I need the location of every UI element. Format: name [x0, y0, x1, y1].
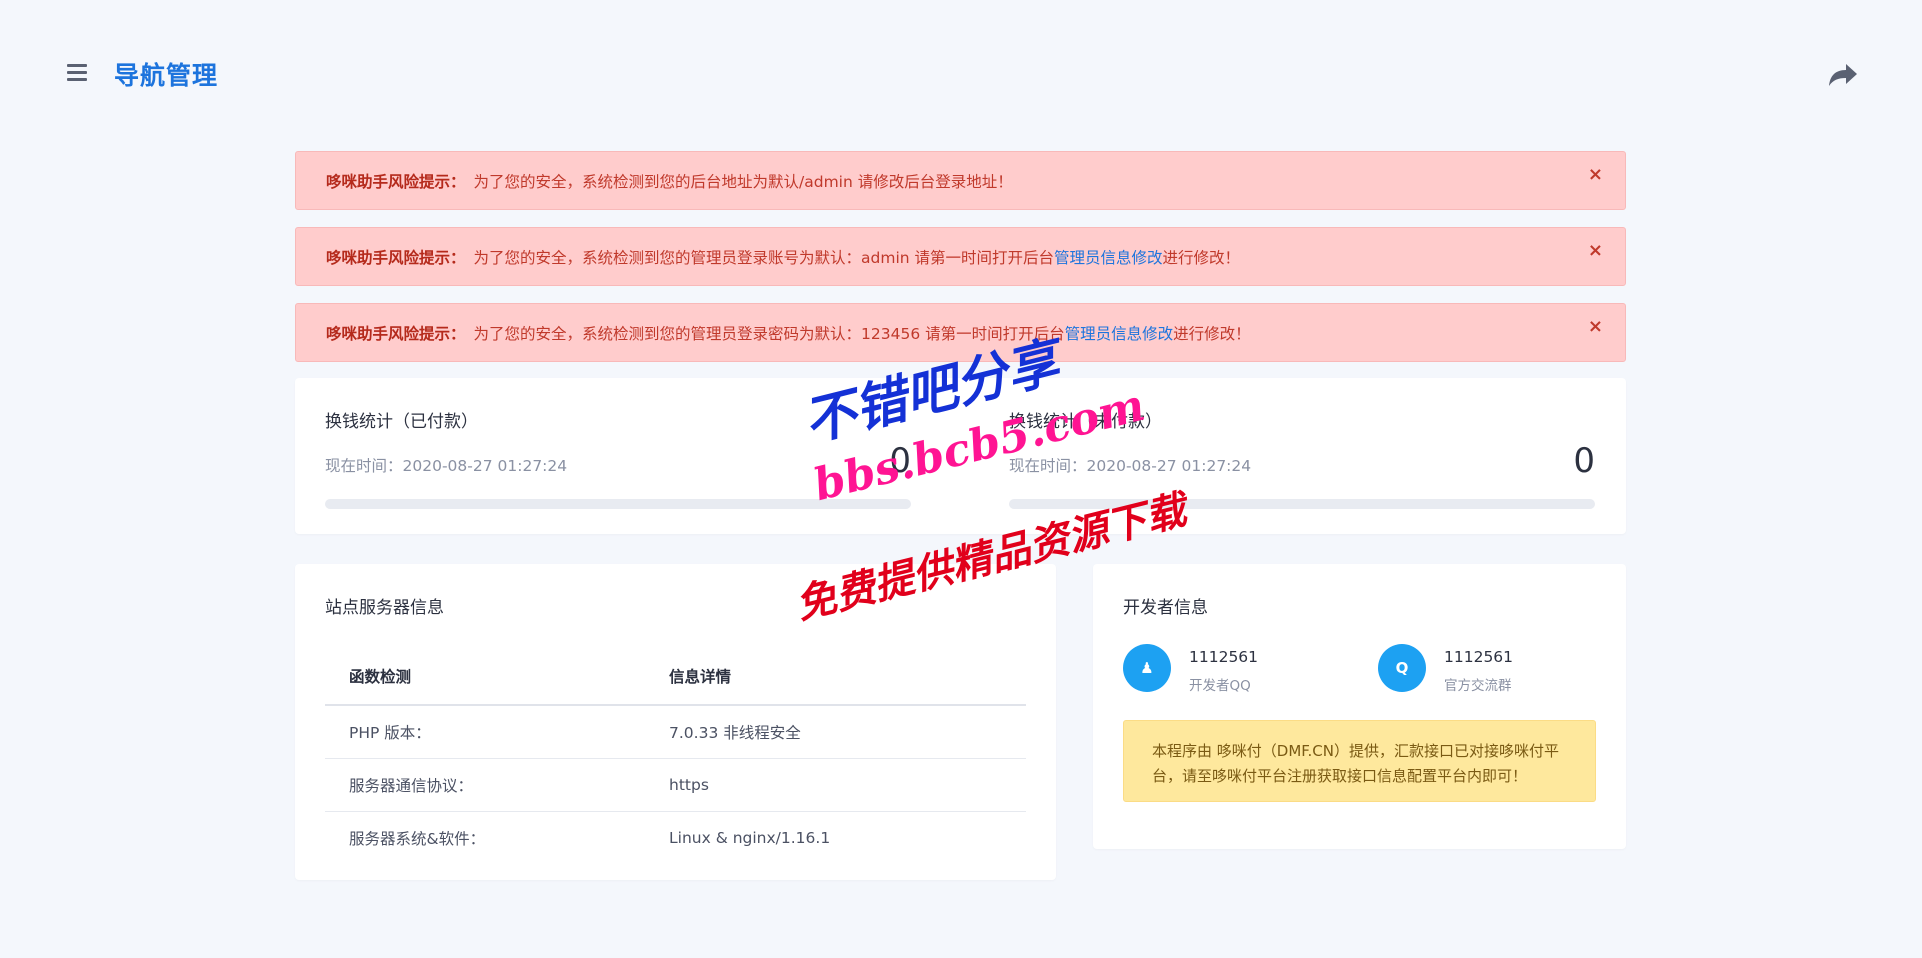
card-title: 站点服务器信息 [325, 598, 444, 618]
stat-value: 0 [1573, 441, 1595, 481]
alert-suffix: 进行修改！ [1173, 324, 1251, 343]
table-cell: https [645, 758, 1026, 812]
admin-info-edit-link[interactable]: 管理员信息修改 [1065, 322, 1174, 344]
server-info-card: 站点服务器信息 函数检测 信息详情 PHP 版本： 7.0.33 非线程安全 服… [295, 564, 1056, 880]
alert-label: 哆咪助手风险提示： [326, 248, 466, 267]
progress-bar [325, 499, 911, 509]
close-icon[interactable]: × [1588, 242, 1603, 260]
stat-title: 换钱统计（未付款） [1009, 412, 1162, 432]
qq-caption: 开发者QQ [1189, 678, 1251, 694]
provider-notice: 本程序由 哆咪付（DMF.CN）提供，汇款接口已对接哆咪付平台，请至哆咪付平台注… [1123, 720, 1596, 802]
column-header: 信息详情 [645, 648, 1026, 706]
table-row: PHP 版本： 7.0.33 非线程安全 [325, 705, 1026, 759]
qq-number: 1112561 [1189, 648, 1259, 666]
table-cell: 服务器通信协议： [325, 758, 645, 812]
progress-bar [1009, 499, 1595, 509]
group-caption: 官方交流群 [1444, 678, 1512, 694]
table-row: 服务器系统&软件： Linux & nginx/1.16.1 [325, 812, 1026, 865]
close-icon[interactable]: × [1588, 318, 1603, 336]
main-content: 哆咪助手风险提示： 为了您的安全，系统检测到您的后台地址为默认/admin 请修… [295, 151, 1626, 880]
stat-unpaid: 换钱统计（未付款） 现在时间：2020-08-27 01:27:24 0 [1009, 378, 1595, 534]
stat-title: 换钱统计（已付款） [325, 412, 478, 432]
stat-value: 0 [889, 441, 911, 481]
card-title: 开发者信息 [1123, 598, 1208, 618]
admin-info-edit-link[interactable]: 管理员信息修改 [1054, 246, 1163, 268]
column-header: 函数检测 [325, 648, 645, 706]
risk-alert: 哆咪助手风险提示： 为了您的安全，系统检测到您的管理员登录账号为默认：admin… [295, 227, 1626, 286]
top-bar: 导航管理 [0, 0, 1922, 150]
table-cell: 7.0.33 非线程安全 [645, 705, 1026, 759]
alert-message: 为了您的安全，系统检测到您的管理员登录密码为默认：123456 请第一时间打开后… [473, 324, 1065, 343]
table-cell: Linux & nginx/1.16.1 [669, 829, 831, 847]
table-cell: 服务器系统&软件： [349, 830, 486, 848]
alert-message: 为了您的安全，系统检测到您的管理员登录账号为默认：admin 请第一时间打开后台 [473, 248, 1055, 267]
alert-label: 哆咪助手风险提示： [326, 324, 466, 343]
risk-alert: 哆咪助手风险提示： 为了您的安全，系统检测到您的管理员登录密码为默认：12345… [295, 303, 1626, 362]
qq-group-icon: Q [1378, 644, 1426, 692]
alert-message: 为了您的安全，系统检测到您的后台地址为默认/admin 请修改后台登录地址！ [473, 172, 1013, 191]
table-header-row: 函数检测 信息详情 [325, 648, 1026, 706]
payment-stats-card: 换钱统计（已付款） 现在时间：2020-08-27 01:27:24 0 换钱统… [295, 378, 1626, 534]
qq-icon: ♟ [1123, 644, 1171, 692]
alert-label: 哆咪助手风险提示： [326, 172, 466, 191]
close-icon[interactable]: × [1588, 166, 1603, 184]
stat-paid: 换钱统计（已付款） 现在时间：2020-08-27 01:27:24 0 [325, 378, 911, 534]
group-number: 1112561 [1444, 648, 1514, 666]
risk-alert: 哆咪助手风险提示： 为了您的安全，系统检测到您的后台地址为默认/admin 请修… [295, 151, 1626, 210]
table-row: 服务器通信协议： https [325, 758, 1026, 812]
stat-time: 现在时间：2020-08-27 01:27:24 [325, 457, 568, 475]
developer-info-card: 开发者信息 ♟ 1112561 开发者QQ Q 1112561 官方交流群 本程… [1093, 564, 1626, 849]
hamburger-icon[interactable] [67, 64, 87, 84]
share-arrow-icon[interactable] [1828, 62, 1858, 88]
page-title: 导航管理 [114, 61, 219, 90]
alert-suffix: 进行修改！ [1162, 248, 1241, 267]
stat-time: 现在时间：2020-08-27 01:27:24 [1009, 457, 1252, 475]
table-cell: PHP 版本： [325, 705, 645, 759]
server-info-table: 函数检测 信息详情 PHP 版本： 7.0.33 非线程安全 服务器通信协议： … [325, 648, 1026, 864]
